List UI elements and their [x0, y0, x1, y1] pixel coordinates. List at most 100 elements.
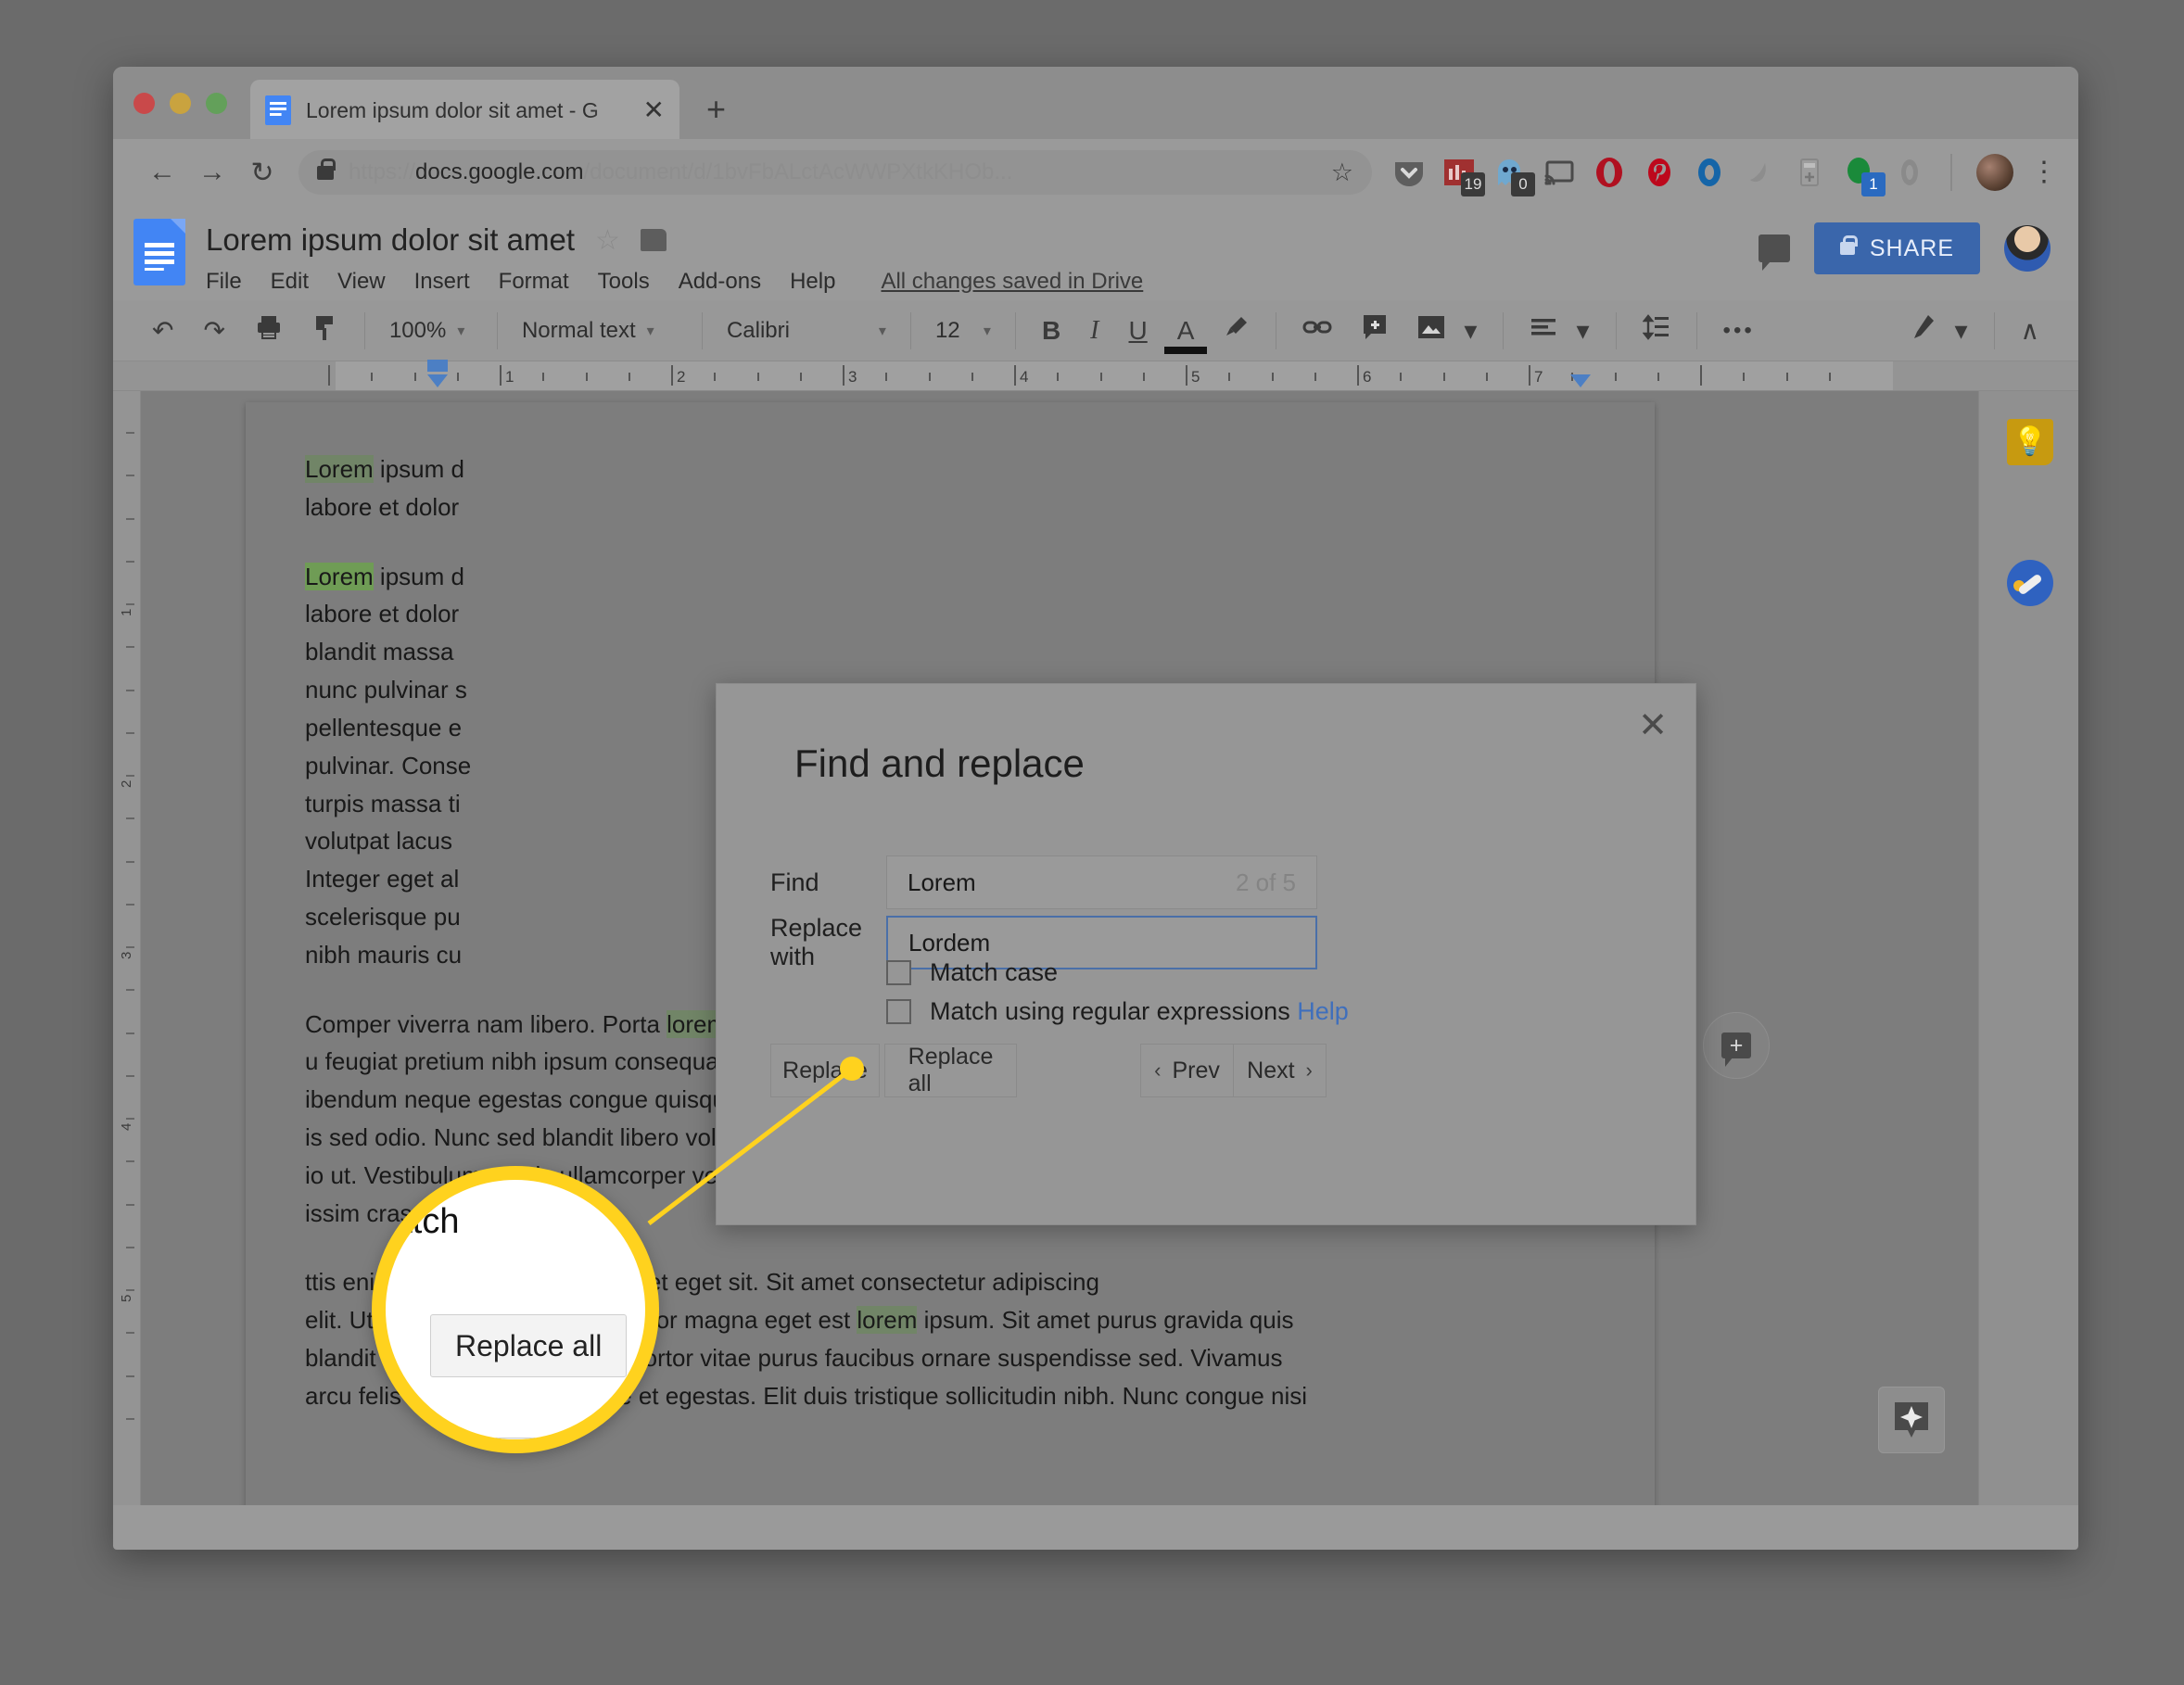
menu-item-view[interactable]: View — [337, 269, 386, 295]
editing-mode-caret[interactable]: ▾ — [1950, 315, 1982, 346]
profile-avatar[interactable] — [1976, 154, 2013, 191]
pocket-extension-icon[interactable] — [1392, 156, 1426, 189]
ruler-major-tick — [1529, 365, 1530, 386]
font-family-dropdown[interactable]: Calibri ▾ — [714, 318, 899, 344]
prev-button[interactable]: ‹ Prev — [1140, 1044, 1233, 1097]
grey-oval-extension-icon[interactable] — [1893, 156, 1926, 189]
line-spacing-icon[interactable] — [1628, 314, 1685, 347]
paragraph-text: mper viverra nam libero. Porta — [336, 1009, 667, 1038]
user-avatar[interactable] — [2004, 225, 2051, 272]
match-regex-checkbox[interactable] — [886, 999, 911, 1024]
chevron-down-icon: ▾ — [457, 323, 465, 339]
menu-item-addons[interactable]: Add-ons — [679, 269, 761, 295]
regex-row[interactable]: Match using regular expressions Help — [886, 997, 1349, 1026]
text-color-button[interactable]: A — [1162, 316, 1210, 354]
address-bar[interactable]: https://docs.google.com/document/d/1bvFb… — [298, 150, 1372, 195]
ruler-number: 7 — [1534, 368, 1543, 386]
new-tab-button[interactable]: + — [706, 93, 726, 126]
paragraph-style-dropdown[interactable]: Normal text ▾ — [509, 318, 691, 344]
editing-mode-pencil-icon[interactable] — [1895, 313, 1950, 348]
green-extension-icon[interactable]: 1 — [1843, 156, 1886, 196]
ruler-major-tick — [1186, 365, 1187, 386]
undo-icon[interactable]: ↶ — [137, 315, 188, 346]
highlight-icon[interactable] — [1209, 314, 1264, 347]
star-icon[interactable]: ☆ — [595, 224, 620, 257]
underline-button[interactable]: U — [1114, 316, 1162, 346]
paragraph-text: nunc pulvinar s — [305, 676, 467, 704]
vertical-ruler-tick — [126, 1375, 134, 1377]
vertical-ruler-number: 5 — [119, 1294, 134, 1302]
ruler-minor-tick — [971, 373, 973, 381]
italic-button[interactable]: I — [1075, 316, 1113, 346]
vertical-ruler-tick — [126, 1417, 134, 1420]
paint-format-icon[interactable] — [298, 313, 353, 348]
menu-item-file[interactable]: File — [206, 269, 242, 295]
insert-image-caret[interactable]: ▾ — [1460, 315, 1492, 346]
browser-menu-icon[interactable]: ⋮ — [2030, 158, 2058, 186]
google-tasks-icon[interactable] — [2007, 560, 2053, 606]
document-title[interactable]: Lorem ipsum dolor sit amet — [206, 222, 575, 258]
replace-all-button[interactable]: Replace all — [884, 1044, 1017, 1097]
link-icon[interactable] — [1288, 315, 1347, 346]
insert-image-icon[interactable] — [1403, 315, 1460, 346]
menu-item-edit[interactable]: Edit — [271, 269, 309, 295]
grey-wing-extension-icon[interactable] — [1743, 156, 1776, 189]
next-button[interactable]: Next › — [1233, 1044, 1327, 1097]
right-indent-marker[interactable] — [1570, 374, 1591, 387]
first-line-indent-marker[interactable] — [427, 360, 448, 372]
bold-button[interactable]: B — [1027, 316, 1075, 346]
match-case-checkbox[interactable] — [886, 960, 911, 985]
toolbar-divider — [363, 311, 365, 349]
close-window-button[interactable] — [133, 93, 155, 114]
align-caret[interactable]: ▾ — [1572, 315, 1604, 346]
minimize-window-button[interactable] — [170, 93, 191, 114]
menu-item-insert[interactable]: Insert — [414, 269, 470, 295]
blue-ring-extension-icon[interactable] — [1693, 156, 1726, 189]
opera-extension-icon[interactable] — [1593, 156, 1626, 189]
reload-icon[interactable]: ↻ — [237, 157, 287, 189]
maximize-window-button[interactable] — [206, 93, 227, 114]
collapse-toolbar-icon[interactable]: ∧ — [2006, 315, 2055, 346]
back-icon[interactable]: ← — [137, 157, 187, 188]
find-input[interactable]: Lorem 2 of 5 — [886, 855, 1317, 909]
pinterest-extension-icon[interactable] — [1643, 156, 1676, 189]
close-tab-icon[interactable]: ✕ — [630, 97, 665, 123]
close-icon[interactable]: ✕ — [1638, 708, 1668, 743]
red-extension-icon[interactable]: 19 — [1442, 156, 1485, 196]
more-options-icon[interactable]: ••• — [1708, 318, 1770, 344]
menu-item-help[interactable]: Help — [790, 269, 835, 295]
paragraph-text: nibh mauris cu — [305, 940, 463, 969]
align-icon[interactable] — [1515, 316, 1572, 346]
zoom-level-dropdown[interactable]: 100% ▾ — [376, 318, 486, 344]
docs-toolbar: ↶ ↷ 100% ▾ Normal text ▾ Calibri ▾ 12 ▾ … — [113, 300, 2078, 361]
help-link[interactable]: Help — [1297, 997, 1349, 1025]
horizontal-ruler[interactable]: 1 2 3 4 5 6 7 — [113, 360, 2078, 391]
menu-item-format[interactable]: Format — [499, 269, 569, 295]
menu-item-tools[interactable]: Tools — [598, 269, 650, 295]
calculator-extension-icon[interactable] — [1793, 156, 1826, 189]
cast-icon[interactable] — [1543, 156, 1576, 189]
font-size-dropdown[interactable]: 12 ▾ — [922, 318, 1004, 344]
google-keep-icon[interactable] — [2007, 419, 2053, 465]
forward-icon[interactable]: → — [187, 157, 237, 188]
redo-icon[interactable]: ↷ — [188, 315, 239, 346]
browser-tab[interactable]: Lorem ipsum dolor sit amet - G ✕ — [250, 80, 679, 141]
ruler-minor-tick — [1271, 373, 1274, 381]
bookmark-star-icon[interactable]: ☆ — [1316, 158, 1353, 187]
match-case-row[interactable]: Match case — [886, 958, 1058, 987]
ruler-number: 2 — [677, 368, 686, 386]
comment-history-icon[interactable] — [1758, 234, 1790, 271]
print-icon[interactable] — [240, 313, 298, 348]
regex-label-text: Match using regular expressions — [930, 997, 1290, 1025]
add-comment-button[interactable] — [1703, 1012, 1770, 1079]
add-comment-icon[interactable] — [1347, 313, 1403, 348]
ghostery-extension-icon[interactable]: 0 — [1492, 156, 1535, 196]
find-input-value: Lorem — [908, 868, 976, 896]
share-button[interactable]: SHARE — [1813, 222, 1980, 274]
save-status-label[interactable]: All changes saved in Drive — [881, 269, 1143, 295]
left-indent-marker[interactable] — [427, 374, 448, 387]
green-extension-badge: 1 — [1861, 172, 1886, 196]
move-to-folder-icon[interactable] — [640, 229, 667, 251]
ruler-major-tick — [1700, 365, 1702, 386]
explore-button[interactable] — [1878, 1387, 1945, 1453]
